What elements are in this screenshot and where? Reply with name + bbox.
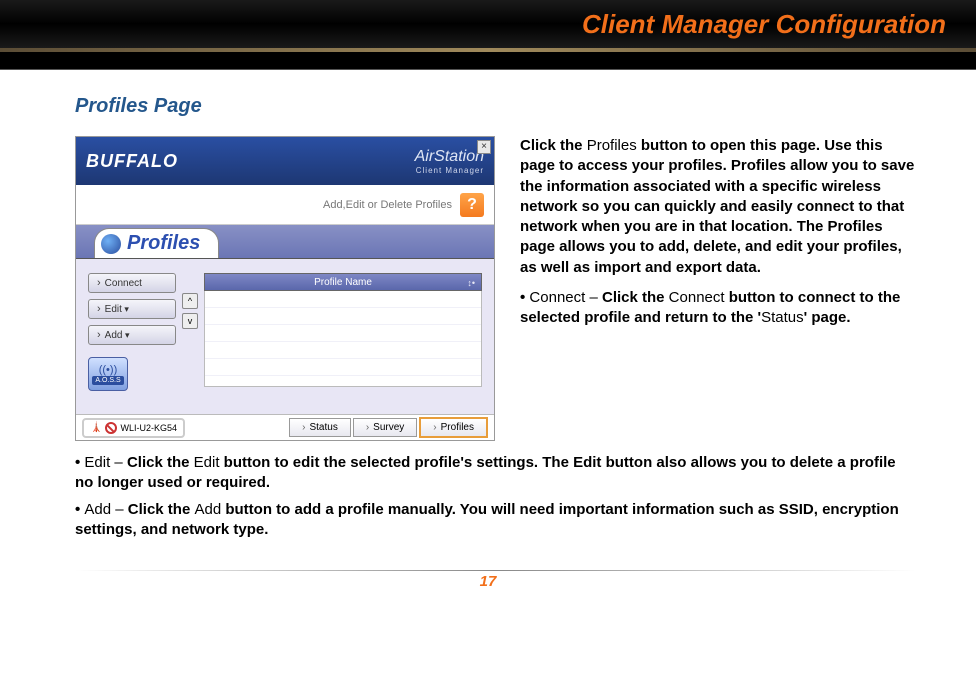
- product-name: AirStation: [415, 148, 484, 166]
- help-button[interactable]: ?: [460, 193, 484, 217]
- intro-rest: button to open this page. Use this page …: [520, 137, 914, 276]
- device-chip[interactable]: 🗼 WLI-U2-KG54: [82, 418, 185, 438]
- footer-tab-status[interactable]: Status: [289, 418, 351, 437]
- page-header-title: Client Manager Configuration: [582, 9, 946, 40]
- page-number: 17: [0, 573, 976, 590]
- tab-bar: Profiles: [76, 225, 494, 259]
- no-signal-icon: [105, 422, 117, 434]
- device-name: WLI-U2-KG54: [120, 423, 177, 433]
- product-subtitle: Client Manager: [415, 166, 484, 175]
- footer-tab-survey[interactable]: Survey: [353, 418, 417, 437]
- subtitle-bar: Add,Edit or Delete Profiles ?: [76, 185, 494, 225]
- connect-button[interactable]: Connect: [88, 273, 176, 293]
- add-button-label: Add: [105, 330, 130, 341]
- bullet-edit: • Edit – Click the Edit button to edit t…: [75, 453, 916, 494]
- scroll-down-button[interactable]: v: [182, 313, 198, 329]
- page-header: Client Manager Configuration: [0, 0, 976, 48]
- app-titlebar: BUFFALO AirStation Client Manager ×: [76, 137, 494, 185]
- bullet-connect: • Connect – Click the Connect button to …: [520, 289, 900, 326]
- bullet-add: • Add – Click the Add button to add a pr…: [75, 500, 916, 541]
- sort-icon[interactable]: ↕•: [467, 274, 475, 292]
- footer-rule: [75, 570, 916, 571]
- subtitle-text: Add,Edit or Delete Profiles: [323, 199, 452, 211]
- add-button[interactable]: Add: [88, 325, 176, 345]
- tab-profiles[interactable]: Profiles: [94, 228, 219, 258]
- profile-name-column: Profile Name: [314, 277, 372, 288]
- app-screenshot: BUFFALO AirStation Client Manager × Add,…: [75, 136, 495, 441]
- app-body: Connect Edit Add ((•)) A.O.S.S ^ v: [76, 259, 494, 407]
- wifi-icon: ((•)): [99, 364, 118, 376]
- intro-lead: Click the: [520, 137, 587, 154]
- footer-tab-survey-label: Survey: [373, 422, 404, 433]
- aoss-button[interactable]: ((•)) A.O.S.S: [88, 357, 128, 391]
- edit-button[interactable]: Edit: [88, 299, 176, 319]
- tab-profiles-label: Profiles: [127, 232, 200, 255]
- tab-dot-icon: [101, 234, 121, 254]
- footer-tabs: 🗼 WLI-U2-KG54 Status Survey Profiles: [76, 414, 494, 440]
- profile-list-header[interactable]: Profile Name ↕•: [204, 273, 482, 291]
- footer-tab-profiles-label: Profiles: [441, 422, 474, 433]
- intro-paragraph: Click the Profiles button to open this p…: [520, 136, 916, 441]
- connect-button-label: Connect: [105, 278, 142, 289]
- edit-button-label: Edit: [105, 304, 129, 315]
- close-icon[interactable]: ×: [477, 140, 491, 154]
- device-tower-icon: 🗼: [90, 422, 102, 433]
- scroll-up-button[interactable]: ^: [182, 293, 198, 309]
- intro-term-profiles: Profiles: [587, 137, 637, 154]
- header-stripe-dark: [0, 52, 976, 70]
- profile-list[interactable]: [204, 291, 482, 387]
- brand-logo: BUFFALO: [86, 151, 178, 172]
- footer-tab-status-label: Status: [309, 422, 337, 433]
- footer-tab-profiles[interactable]: Profiles: [419, 417, 488, 438]
- section-title: Profiles Page: [75, 95, 916, 118]
- aoss-label: A.O.S.S: [92, 376, 123, 385]
